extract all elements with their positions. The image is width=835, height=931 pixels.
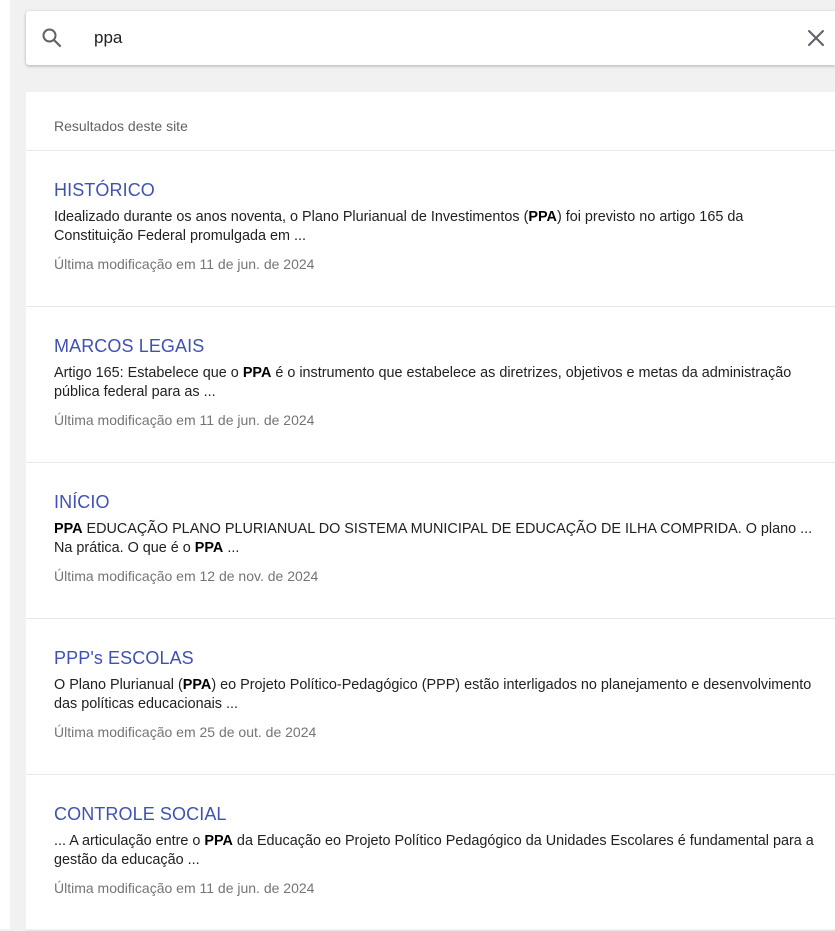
search-icon[interactable] xyxy=(40,26,64,50)
result-modified-date: Última modificação em 11 de jun. de 2024 xyxy=(54,412,315,428)
result-item: INÍCIO PPA EDUCAÇÃO PLANO PLURIANUAL DO S… xyxy=(26,463,835,619)
result-modified-date: Última modificação em 12 de nov. de 2024 xyxy=(54,568,319,584)
result-snippet: Idealizado durante os anos noventa, o Pl… xyxy=(54,208,814,246)
results-header: Resultados deste site xyxy=(26,92,835,151)
snippet-text: Artigo 165: Estabelece que o xyxy=(54,365,243,381)
result-title-link[interactable]: CONTROLE SOCIAL xyxy=(54,803,811,825)
search-results-panel: Resultados deste site HISTÓRICO Idealizad… xyxy=(26,92,835,931)
result-modified-date: Última modificação em 11 de jun. de 2024 xyxy=(54,256,315,272)
result-modified-date: Última modificação em 25 de out. de 2024 xyxy=(54,724,317,740)
close-icon[interactable] xyxy=(805,27,827,49)
search-input[interactable] xyxy=(94,25,774,51)
result-snippet: ... A articulação entre o PPA da Educaçã… xyxy=(54,832,814,870)
highlighted-term: PPA xyxy=(194,540,224,556)
result-title-link[interactable]: MARCOS LEGAIS xyxy=(54,335,811,357)
left-edge-strip xyxy=(0,0,10,929)
highlighted-term: PPA xyxy=(182,677,212,693)
result-item: HISTÓRICO Idealizado durante os anos nove… xyxy=(26,151,835,307)
result-title-link[interactable]: PPP's ESCOLAS xyxy=(54,647,811,669)
highlighted-term: PPA xyxy=(54,521,83,537)
highlighted-term: PPA xyxy=(204,833,233,849)
search-bar xyxy=(26,11,835,65)
result-snippet: PPA EDUCAÇÃO PLANO PLURIANUAL DO SISTEMA… xyxy=(54,520,814,558)
snippet-text: O Plano Plurianual ( xyxy=(54,677,183,693)
result-title-link[interactable]: HISTÓRICO xyxy=(54,179,811,201)
result-item: PPP's ESCOLAS O Plano Plurianual (PPA) eo… xyxy=(26,619,835,775)
result-item: MARCOS LEGAIS Artigo 165: Estabelece que … xyxy=(26,307,835,463)
results-list: HISTÓRICO Idealizado durante os anos nove… xyxy=(26,151,835,931)
result-item: CONTROLE SOCIAL ... A articulação entre o… xyxy=(26,775,835,931)
result-modified-date: Última modificação em 11 de jun. de 2024 xyxy=(54,880,315,896)
result-snippet: Artigo 165: Estabelece que o PPA é o ins… xyxy=(54,364,814,402)
snippet-text: EDUCAÇÃO PLANO PLURIANUAL DO SISTEMA MUN… xyxy=(54,521,813,556)
result-snippet: O Plano Plurianual (PPA) eo Projeto Polí… xyxy=(54,676,814,714)
snippet-text: ... A articulação entre o xyxy=(54,833,205,849)
highlighted-term: PPA xyxy=(242,365,272,381)
snippet-text: Idealizado durante os anos noventa, o Pl… xyxy=(54,209,529,225)
result-title-link[interactable]: INÍCIO xyxy=(54,491,811,513)
snippet-text: ... xyxy=(223,540,240,556)
highlighted-term: PPA xyxy=(528,209,557,225)
